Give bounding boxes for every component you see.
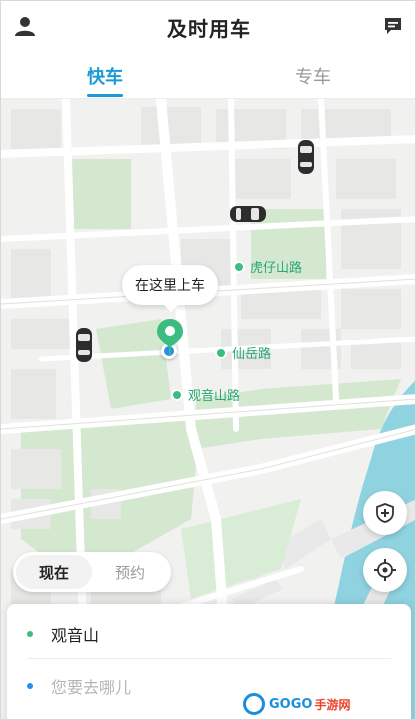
tab-express[interactable]: 快车 — [87, 63, 123, 89]
car-icon — [230, 206, 266, 222]
street-label-text: 虎仔山路 — [250, 261, 303, 276]
pickup-dot — [27, 630, 33, 637]
pickup-tooltip[interactable]: 在这里上车 — [122, 265, 218, 312]
destination-dot — [27, 683, 33, 689]
street-marker-dot — [217, 348, 225, 357]
pickup-field[interactable]: 观音山 — [27, 609, 391, 659]
watermark-brand: GOGO — [269, 696, 313, 712]
street-marker-dot — [173, 390, 181, 399]
message-icon — [385, 18, 401, 34]
app-screen: 及时用车 快车 专车 虎仔山路 仙岳路 观音山路 在这里上车 现在 预约 观音山… — [0, 0, 416, 720]
tab-premium[interactable]: 专车 — [295, 63, 331, 89]
pickup-pin-icon[interactable] — [155, 317, 185, 361]
watermark-suffix: 手游网 — [314, 697, 351, 712]
car-icon — [76, 328, 92, 362]
time-toggle: 现在 预约 — [13, 552, 171, 592]
now-option[interactable]: 现在 — [16, 555, 92, 589]
page-title: 及时用车 — [167, 17, 251, 41]
street-marker-dot — [235, 262, 243, 271]
car-icon — [298, 140, 314, 174]
street-label: 观音山路 — [173, 385, 240, 404]
destination-placeholder: 您要去哪儿 — [51, 678, 132, 697]
shield-plus-icon — [376, 503, 394, 523]
tab-active-indicator — [87, 94, 123, 97]
safety-button[interactable] — [363, 491, 407, 535]
watermark-circle-icon — [243, 693, 265, 715]
service-tabs: 快车 专车 — [1, 51, 415, 99]
street-label: 仙岳路 — [217, 343, 271, 362]
street-label: 虎仔山路 — [235, 257, 302, 276]
watermark-logo: GOGO 手游网 — [243, 691, 413, 717]
locate-button[interactable] — [363, 548, 407, 592]
street-label-text: 仙岳路 — [232, 347, 272, 362]
header: 及时用车 — [1, 1, 415, 51]
pickup-location: 观音山 — [51, 625, 100, 645]
message-button[interactable] — [381, 14, 405, 38]
street-label-text: 观音山路 — [188, 389, 241, 404]
crosshair-icon — [374, 559, 396, 581]
reserve-option[interactable]: 预约 — [92, 555, 168, 589]
